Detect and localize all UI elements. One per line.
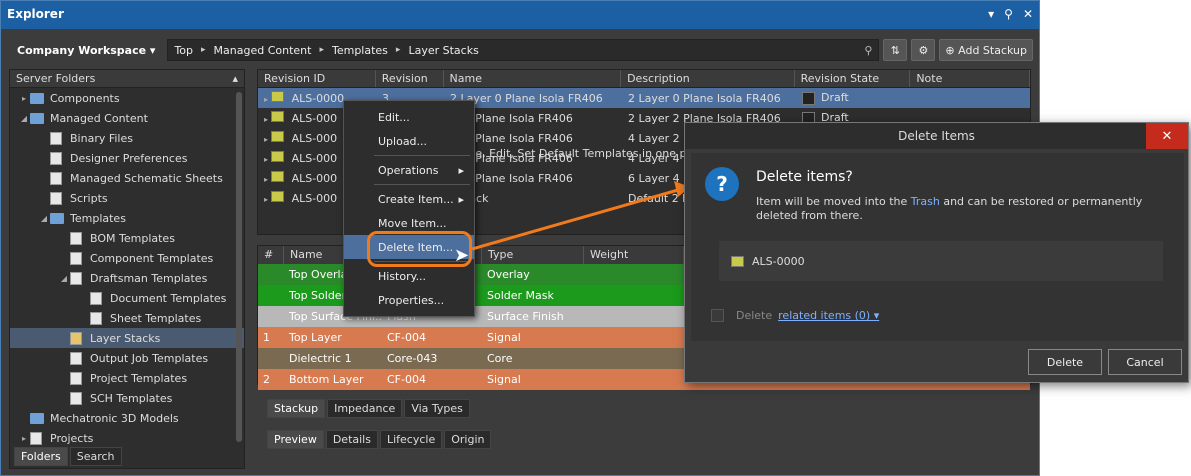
item-label: ALS-0000 bbox=[752, 254, 805, 268]
dialog-body: ? Delete items? Item will be moved into … bbox=[691, 153, 1184, 341]
trash-link[interactable]: Trash bbox=[911, 195, 940, 208]
related-items-row: Delete related items (0) ▾ bbox=[711, 309, 879, 322]
related-prefix: Delete bbox=[736, 309, 773, 322]
item-list: ALS-0000 bbox=[719, 241, 1163, 281]
delete-button[interactable]: Delete bbox=[1028, 349, 1102, 375]
dialog-heading: Delete items? bbox=[756, 169, 853, 185]
dialog-close-button[interactable]: ✕ bbox=[1146, 123, 1188, 149]
arrow-line bbox=[471, 188, 679, 251]
question-icon: ? bbox=[705, 167, 739, 201]
dialog-message: Item will be moved into the Trash and ca… bbox=[756, 195, 1176, 223]
delete-items-dialog: Delete Items ✕ ? Delete items? Item will… bbox=[684, 122, 1189, 383]
message-part: Item will be moved into the bbox=[756, 195, 911, 208]
related-items-link[interactable]: related items (0) ▾ bbox=[778, 309, 879, 322]
dialog-title: Delete Items bbox=[898, 129, 975, 143]
cancel-button[interactable]: Cancel bbox=[1108, 349, 1182, 375]
related-checkbox[interactable] bbox=[711, 309, 724, 322]
layer-stack-icon bbox=[731, 255, 744, 267]
dialog-title-bar: Delete Items ✕ bbox=[685, 123, 1188, 149]
